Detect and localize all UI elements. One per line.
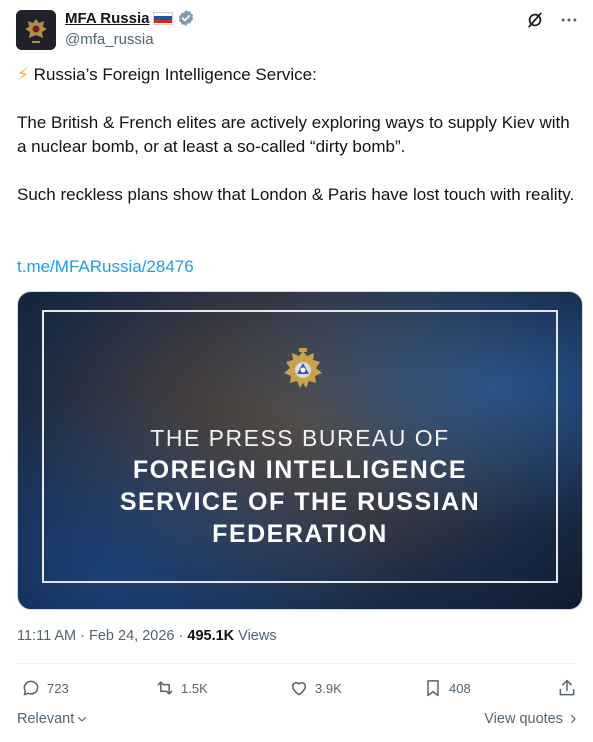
bookmark-count: 408 — [449, 680, 471, 696]
sort-label: Relevant — [17, 711, 75, 727]
image-caption-title: FOREIGN INTELLIGENCE SERVICE OF THE RUSS… — [18, 454, 582, 550]
repost-icon — [157, 681, 173, 695]
image-caption-line3: SERVICE OF THE RUSSIAN — [119, 488, 481, 516]
view-quotes-link[interactable]: View quotes — [484, 711, 579, 727]
image-caption-line4: FEDERATION — [212, 520, 388, 548]
svr-emblem-icon — [284, 348, 322, 388]
views-label: Views — [238, 628, 277, 644]
repost-button[interactable]: 1.5K — [155, 678, 208, 698]
reply-icon — [23, 680, 39, 696]
share-button[interactable] — [557, 678, 577, 698]
verified-badge-icon — [179, 10, 194, 26]
post-text-line1: ⚡ Russia’s Foreign Intelligence Service: — [17, 63, 582, 87]
chevron-down-icon — [78, 716, 87, 722]
views-count: 495.1K — [187, 628, 235, 644]
post-paragraph-3: Such reckless plans show that London & P… — [17, 185, 575, 204]
like-count: 3.9K — [315, 680, 342, 696]
bookmark-button[interactable]: 408 — [423, 678, 471, 698]
author-name[interactable]: MFA Russia — [65, 10, 149, 27]
post-paragraph-2: The British & French elites are actively… — [17, 113, 570, 156]
russia-flag-icon — [153, 11, 174, 25]
sort-relevant-dropdown[interactable]: Relevant — [17, 711, 88, 727]
post-date[interactable]: Feb 24, 2026 — [89, 628, 174, 644]
post-meta: 11:11 AM · Feb 24, 2026 · 495.1K Views — [17, 628, 277, 644]
post-top-actions — [525, 10, 579, 30]
post-time[interactable]: 11:11 AM — [17, 628, 76, 644]
lightning-emoji: ⚡ — [17, 65, 29, 84]
image-caption-line1: THE PRESS BUREAU OF — [150, 425, 450, 451]
view-quotes-label: View quotes — [484, 711, 563, 727]
author-handle[interactable]: @mfa_russia — [65, 31, 154, 48]
chevron-right-icon — [570, 714, 576, 724]
bookmark-icon — [427, 680, 439, 697]
reply-button[interactable]: 723 — [21, 678, 69, 698]
mfa-emblem-icon — [16, 10, 56, 50]
like-button[interactable]: 3.9K — [289, 678, 342, 698]
author-name-row[interactable]: MFA Russia — [65, 9, 195, 27]
image-caption-line2: FOREIGN INTELLIGENCE — [132, 456, 468, 484]
grok-icon[interactable] — [525, 10, 545, 30]
repost-count: 1.5K — [181, 680, 208, 696]
heart-icon — [292, 682, 306, 696]
share-icon — [559, 679, 575, 696]
divider — [17, 663, 576, 664]
post-link[interactable]: t.me/MFARussia/28476 — [17, 255, 582, 279]
meta-separator: · — [80, 628, 90, 644]
post-image[interactable]: THE PRESS BUREAU OF FOREIGN INTELLIGENCE… — [17, 291, 583, 610]
more-options-icon[interactable] — [559, 10, 579, 30]
reply-count: 723 — [47, 680, 69, 696]
post-intro: Russia’s Foreign Intelligence Service: — [33, 65, 317, 84]
avatar[interactable] — [16, 10, 56, 50]
post-action-bar: 723 1.5K 3.9K 408 — [17, 678, 579, 702]
